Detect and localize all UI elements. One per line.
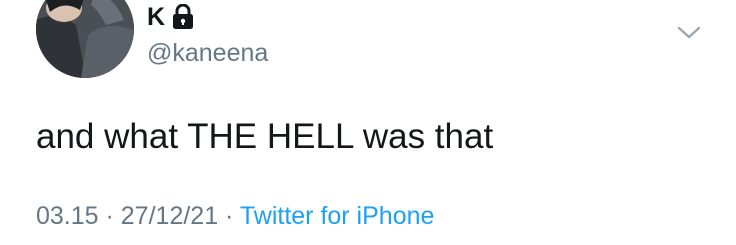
- display-name[interactable]: K: [147, 2, 195, 32]
- tweet-time[interactable]: 03.15: [36, 202, 99, 230]
- avatar-image: [36, 0, 134, 78]
- tweet-card: K @kaneena and what THE HELL was that 03…: [0, 0, 736, 245]
- lock-icon: [171, 3, 195, 30]
- tweet-text: and what THE HELL was that: [36, 117, 494, 156]
- user-handle[interactable]: @kaneena: [147, 38, 268, 68]
- chevron-down-icon[interactable]: [676, 22, 702, 42]
- tweet-date[interactable]: 27/12/21: [121, 202, 218, 230]
- meta-separator: ·: [218, 202, 240, 230]
- avatar[interactable]: [36, 0, 134, 78]
- tweet-source-link[interactable]: Twitter for iPhone: [240, 202, 435, 230]
- tweet-meta: 03.15 · 27/12/21 · Twitter for iPhone: [36, 200, 434, 232]
- display-name-text: K: [147, 3, 166, 31]
- meta-separator: ·: [98, 202, 121, 230]
